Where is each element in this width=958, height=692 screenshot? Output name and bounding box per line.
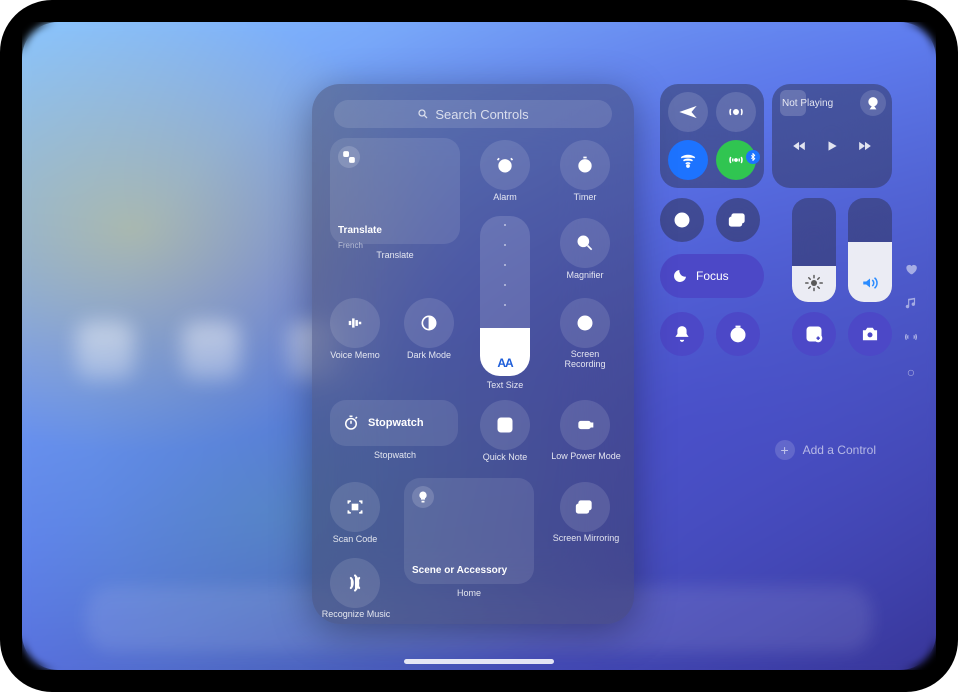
text-size-label: Text Size: [470, 380, 540, 390]
recognize-music-control[interactable]: [330, 558, 380, 608]
search-icon: [417, 108, 429, 120]
add-page-icon[interactable]: ○: [907, 364, 915, 380]
focus-label: Focus: [696, 269, 729, 283]
brightness-icon: [805, 274, 823, 292]
timer-control[interactable]: [560, 140, 610, 190]
translate-title: Translate: [338, 225, 382, 236]
stopwatch-icon: [342, 414, 360, 432]
text-size-glyph: AA: [480, 356, 530, 370]
stopwatch-title: Stopwatch: [368, 417, 424, 429]
home-indicator[interactable]: [404, 659, 554, 664]
dark-mode-control[interactable]: [404, 298, 454, 348]
silent-mode-button[interactable]: [660, 312, 704, 356]
voice-memo-label: Voice Memo: [320, 350, 390, 360]
translate-control-tile[interactable]: Translate French: [330, 138, 460, 244]
timer-label: Timer: [550, 192, 620, 202]
scan-code-control[interactable]: [330, 482, 380, 532]
dark-mode-label: Dark Mode: [394, 350, 464, 360]
music-note-icon: [904, 296, 918, 310]
search-controls-field[interactable]: Search Controls: [334, 100, 612, 128]
screen-mirroring-button[interactable]: [716, 198, 760, 242]
previous-track-icon[interactable]: [790, 139, 808, 153]
plus-icon: +: [775, 440, 795, 460]
add-control-button[interactable]: + Add a Control: [775, 440, 876, 460]
magnifier-control[interactable]: [560, 218, 610, 268]
magnifier-label: Magnifier: [550, 270, 620, 280]
alarm-control[interactable]: [480, 140, 530, 190]
connectivity-page-icon: [904, 330, 918, 344]
notes-shortcut-button[interactable]: [792, 312, 836, 356]
add-control-label: Add a Control: [803, 443, 876, 457]
low-power-label: Low Power Mode: [548, 452, 624, 462]
timer-shortcut-button[interactable]: [716, 312, 760, 356]
airdrop-button[interactable]: [716, 92, 756, 132]
voice-memo-control[interactable]: [330, 298, 380, 348]
camera-shortcut-button[interactable]: [848, 312, 892, 356]
wifi-button[interactable]: [668, 140, 708, 180]
home-tile-caption: Home: [434, 588, 504, 598]
alarm-label: Alarm: [470, 192, 540, 202]
ipad-screen: Not Playing: [22, 22, 936, 670]
home-tile-title: Scene or Accessory: [412, 565, 507, 576]
translate-caption: Translate: [360, 250, 430, 260]
screen-recording-label: Screen Recording: [550, 350, 620, 370]
volume-icon: [861, 274, 879, 292]
play-icon[interactable]: [823, 139, 841, 153]
heart-icon: [904, 262, 918, 276]
screen-mirroring-label: Screen Mirroring: [548, 534, 624, 544]
connectivity-group[interactable]: [660, 84, 764, 188]
ipad-device-frame: Not Playing: [0, 0, 958, 692]
stopwatch-caption: Stopwatch: [360, 450, 430, 460]
control-center-page-rail[interactable]: ○: [904, 262, 918, 380]
scan-code-label: Scan Code: [320, 534, 390, 544]
home-control-tile[interactable]: Scene or Accessory: [404, 478, 534, 584]
translate-subtitle: French: [338, 241, 363, 250]
quick-note-label: Quick Note: [470, 452, 540, 462]
next-track-icon[interactable]: [856, 139, 874, 153]
airplay-audio-button[interactable]: [860, 90, 886, 116]
low-power-mode-control[interactable]: [560, 400, 610, 450]
media-artwork: [780, 90, 806, 116]
recognize-music-label: Recognize Music: [318, 610, 394, 620]
rotation-lock-button[interactable]: [660, 198, 704, 242]
quick-note-control[interactable]: [480, 400, 530, 450]
moon-icon: [672, 268, 688, 284]
screen-recording-control[interactable]: [560, 298, 610, 348]
bluetooth-indicator-icon: [746, 150, 760, 164]
volume-slider[interactable]: [848, 198, 892, 302]
controls-gallery-panel: Search Controls Translate French Transla…: [312, 84, 634, 624]
translate-icon: [338, 146, 360, 168]
brightness-slider[interactable]: [792, 198, 836, 302]
control-center-active: Not Playing: [660, 84, 892, 404]
lightbulb-icon: [412, 486, 434, 508]
focus-button[interactable]: Focus: [660, 254, 764, 298]
screen-mirroring-control[interactable]: [560, 482, 610, 532]
text-size-control[interactable]: AA: [480, 216, 530, 376]
airplane-mode-button[interactable]: [668, 92, 708, 132]
search-placeholder: Search Controls: [435, 107, 528, 122]
stopwatch-control-tile[interactable]: Stopwatch: [330, 400, 458, 446]
now-playing-module[interactable]: Not Playing: [772, 84, 892, 188]
